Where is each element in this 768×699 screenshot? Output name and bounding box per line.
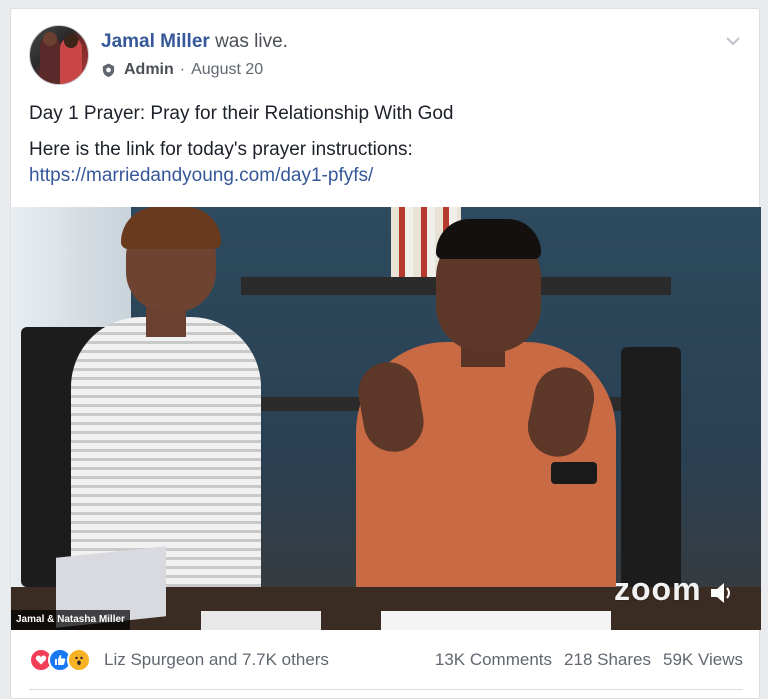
speaker-icon[interactable]: [708, 580, 736, 606]
admin-role: Admin: [124, 61, 174, 78]
live-video[interactable]: Jamal & Natasha Miller zoom: [11, 207, 761, 630]
zoom-watermark: zoom: [614, 571, 702, 607]
author-name[interactable]: Jamal Miller: [101, 31, 210, 52]
admin-badge-icon: [102, 63, 115, 78]
post-date[interactable]: August 20: [191, 61, 263, 79]
post-stats: 13K Comments 218 Shares 59K Views: [435, 650, 743, 670]
video-watch: [551, 462, 597, 484]
post-card: Jamal Miller was live. Admin · August 20…: [10, 8, 761, 699]
live-status: was live.: [215, 31, 288, 52]
post-title: Jamal Miller was live.: [101, 31, 288, 53]
video-caption: Jamal & Natasha Miller: [11, 610, 130, 630]
post-footer: Liz Spurgeon and 7.7K others 13K Comment…: [29, 645, 743, 675]
video-man-hair: [436, 219, 541, 259]
video-chair-right: [621, 347, 681, 597]
video-woman-hair: [121, 207, 221, 249]
post-text-line-1: Day 1 Prayer: Pray for their Relationshi…: [29, 103, 454, 124]
post-body: Day 1 Prayer: Pray for their Relationshi…: [29, 101, 743, 199]
video-keyboard-left: [201, 611, 321, 630]
post-header: Jamal Miller was live. Admin · August 20: [29, 25, 743, 87]
comments-count[interactable]: 13K Comments: [435, 650, 552, 670]
shares-count[interactable]: 218 Shares: [564, 650, 651, 670]
reaction-summary[interactable]: Liz Spurgeon and 7.7K others: [104, 650, 329, 670]
post-link[interactable]: https://marriedandyoung.com/day1-pfyfs/: [29, 163, 743, 189]
reaction-icons[interactable]: [29, 648, 91, 672]
meta-separator: ·: [179, 61, 186, 78]
chevron-down-icon[interactable]: [723, 31, 743, 51]
wow-icon: [67, 648, 91, 672]
post-text-line-2: Here is the link for today's prayer inst…: [29, 139, 413, 160]
views-count: 59K Views: [662, 650, 743, 669]
post-meta: Admin · August 20: [101, 61, 263, 79]
footer-divider: [29, 689, 743, 690]
video-keyboard: [381, 611, 611, 630]
avatar[interactable]: [29, 25, 89, 85]
